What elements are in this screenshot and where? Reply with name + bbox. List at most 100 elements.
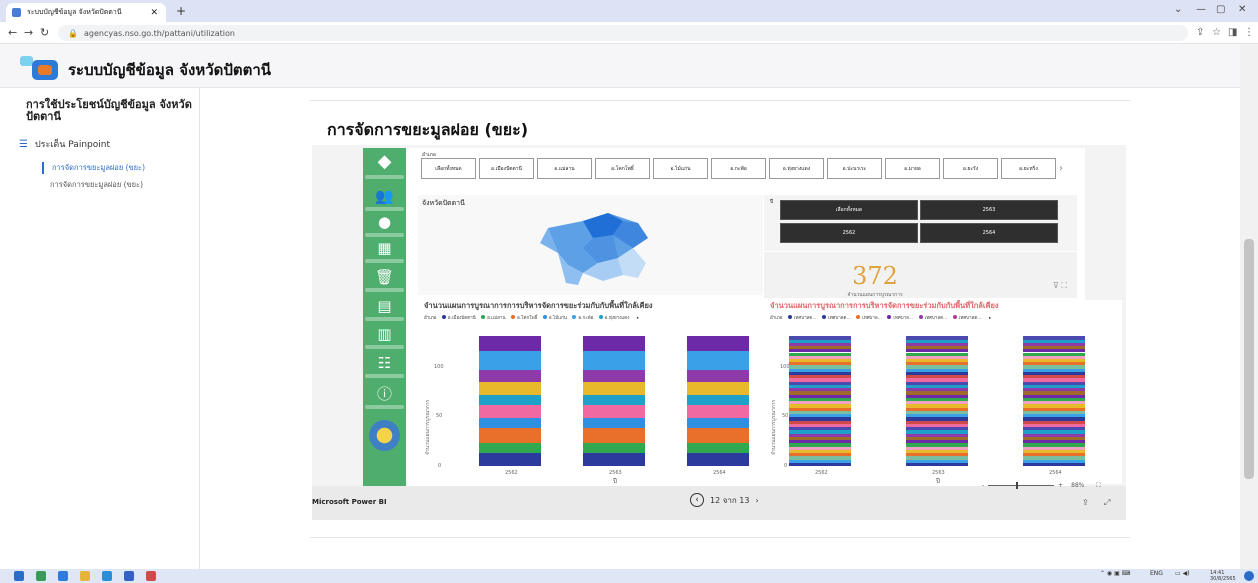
zoom-out-icon[interactable]: - bbox=[982, 482, 984, 489]
bar-segment[interactable] bbox=[479, 394, 541, 406]
url-field[interactable]: 🔒 agencyas.nso.go.th/pattani/utilization bbox=[58, 25, 1188, 41]
bar[interactable] bbox=[906, 336, 968, 466]
bar-segment[interactable] bbox=[1023, 449, 1085, 454]
bar-segment[interactable] bbox=[906, 339, 968, 343]
chart-right[interactable]: จำนวนแผนการบูรณาการการบริหารจัดการขยะร่ว… bbox=[767, 300, 1122, 485]
slicer-option[interactable]: อ.ไม้แก่น bbox=[653, 158, 708, 179]
close-window-icon[interactable]: ✕ bbox=[1238, 4, 1246, 15]
bar-segment[interactable] bbox=[1023, 394, 1085, 398]
bar-segment[interactable] bbox=[789, 423, 851, 428]
notification-icon[interactable] bbox=[1244, 571, 1254, 581]
bar-segment[interactable] bbox=[789, 440, 851, 444]
slicer-option[interactable]: อ.เมืองปัตตานี bbox=[479, 158, 534, 179]
bar-segment[interactable] bbox=[906, 440, 968, 444]
bar-segment[interactable] bbox=[789, 355, 851, 359]
bar-segment[interactable] bbox=[687, 442, 749, 454]
bar-segment[interactable] bbox=[1023, 358, 1085, 363]
bar-segment[interactable] bbox=[687, 428, 749, 443]
zoom-slider[interactable] bbox=[988, 482, 1055, 489]
bar-segment[interactable] bbox=[906, 336, 968, 340]
menu-dots-icon[interactable]: ⋮ bbox=[1244, 27, 1254, 38]
bar-segment[interactable] bbox=[687, 417, 749, 429]
bar-segment[interactable] bbox=[1023, 371, 1085, 376]
bar-segment[interactable] bbox=[789, 394, 851, 398]
bar-segment[interactable] bbox=[789, 417, 851, 421]
bar-segment[interactable] bbox=[906, 449, 968, 454]
bar-segment[interactable] bbox=[906, 397, 968, 402]
bar-segment[interactable] bbox=[1023, 423, 1085, 428]
bar-segment[interactable] bbox=[789, 352, 851, 356]
bar-segment[interactable] bbox=[479, 417, 541, 429]
bar-segment[interactable] bbox=[583, 442, 645, 454]
bar-segment[interactable] bbox=[1023, 417, 1085, 421]
bar-segment[interactable] bbox=[583, 394, 645, 406]
bar-segment[interactable] bbox=[1023, 414, 1085, 418]
bar-segment[interactable] bbox=[1023, 381, 1085, 385]
bar-segment[interactable] bbox=[687, 336, 749, 351]
bar-segment[interactable] bbox=[479, 336, 541, 351]
bar-segment[interactable] bbox=[789, 420, 851, 424]
bar-segment[interactable] bbox=[789, 336, 851, 340]
chrome-icon[interactable] bbox=[36, 571, 46, 581]
bar-segment[interactable] bbox=[789, 453, 851, 457]
bar-segment[interactable] bbox=[789, 384, 851, 389]
sidebar-item-waste[interactable]: การจัดการขยะมูลฝอย (ขยะ) bbox=[50, 179, 143, 191]
info-icon[interactable]: ⓘ bbox=[374, 386, 395, 403]
bar-segment[interactable] bbox=[1023, 368, 1085, 372]
next-page-icon[interactable]: › bbox=[755, 496, 758, 505]
bar-segment[interactable] bbox=[1023, 462, 1085, 466]
bar-segment[interactable] bbox=[789, 443, 851, 447]
restore-icon[interactable]: ▢ bbox=[1216, 4, 1225, 15]
bar[interactable] bbox=[479, 336, 541, 466]
bar-segment[interactable] bbox=[479, 369, 541, 383]
powerbi-brand[interactable]: Microsoft Power BI bbox=[312, 498, 387, 506]
bar-segment[interactable] bbox=[906, 365, 968, 369]
bar-segment[interactable] bbox=[789, 381, 851, 385]
slicer-option[interactable]: อ.โคกโพธิ์ bbox=[595, 158, 650, 179]
bar-segment[interactable] bbox=[1023, 456, 1085, 460]
people-icon[interactable]: 👥 bbox=[374, 188, 395, 205]
bar-segment[interactable] bbox=[789, 349, 851, 353]
bar-segment[interactable] bbox=[789, 346, 851, 350]
bar-segment[interactable] bbox=[906, 427, 968, 431]
bar-segment[interactable] bbox=[1023, 420, 1085, 424]
zoom-control[interactable]: - + 88% ⛶ bbox=[982, 482, 1101, 490]
bar-segment[interactable] bbox=[789, 401, 851, 405]
volume-icon[interactable]: ▭ ◀) bbox=[1175, 570, 1190, 577]
bar-segment[interactable] bbox=[906, 394, 968, 398]
page-scrollbar[interactable] bbox=[1240, 44, 1258, 569]
bar-segment[interactable] bbox=[789, 397, 851, 402]
legend-next-icon[interactable]: ▸ bbox=[989, 316, 991, 321]
app-icon[interactable] bbox=[58, 571, 68, 581]
factory-icon[interactable]: ▦ bbox=[374, 240, 395, 257]
bar-segment[interactable] bbox=[479, 453, 541, 466]
bar-segment[interactable] bbox=[906, 368, 968, 372]
fullscreen-icon[interactable]: ⤢ bbox=[1104, 498, 1110, 508]
bar-segment[interactable] bbox=[906, 410, 968, 415]
bar-segment[interactable] bbox=[906, 423, 968, 428]
bar-segment[interactable] bbox=[906, 355, 968, 359]
calendar-icon[interactable]: ▤ bbox=[374, 298, 395, 315]
bar-segment[interactable] bbox=[789, 430, 851, 434]
bar-segment[interactable] bbox=[906, 446, 968, 450]
bar-segment[interactable] bbox=[906, 401, 968, 405]
bar-segment[interactable] bbox=[906, 349, 968, 353]
bar-segment[interactable] bbox=[789, 358, 851, 363]
sidebar-item-waste-active[interactable]: การจัดการขยะมูลฝอย (ขยะ) bbox=[42, 162, 145, 174]
bar-segment[interactable] bbox=[1023, 349, 1085, 353]
bar-segment[interactable] bbox=[479, 350, 541, 370]
bar-segment[interactable] bbox=[1023, 453, 1085, 457]
bar-segment[interactable] bbox=[906, 384, 968, 389]
new-tab-icon[interactable]: + bbox=[176, 4, 186, 18]
bar-segment[interactable] bbox=[583, 428, 645, 443]
bar[interactable] bbox=[789, 336, 851, 466]
bar-segment[interactable] bbox=[1023, 433, 1085, 437]
zoom-in-icon[interactable]: + bbox=[1058, 482, 1063, 489]
building-icon[interactable]: ▥ bbox=[374, 326, 395, 343]
bar-segment[interactable] bbox=[906, 378, 968, 382]
slicer-option[interactable]: อ.กะพ้อ bbox=[711, 158, 766, 179]
bar-segment[interactable] bbox=[479, 405, 541, 418]
slicer-next-icon[interactable]: › bbox=[1059, 158, 1069, 179]
year-option-2562[interactable]: 2562 bbox=[780, 223, 918, 243]
bar-segment[interactable] bbox=[1023, 397, 1085, 402]
